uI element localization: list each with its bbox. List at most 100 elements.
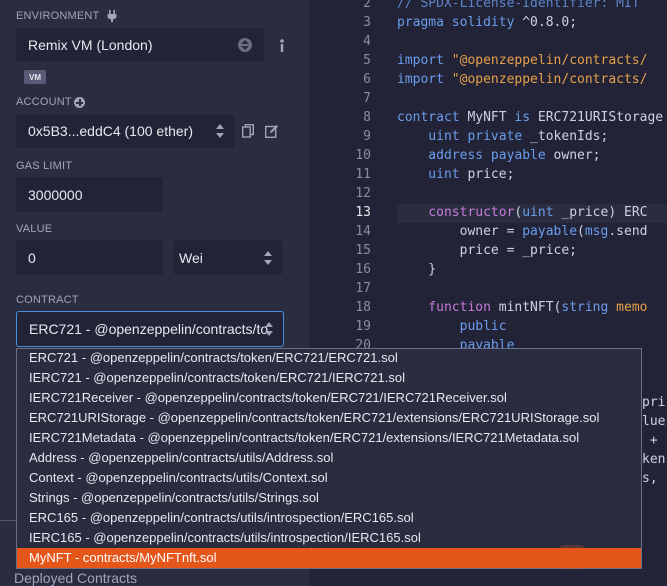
plug-icon[interactable] bbox=[106, 10, 118, 22]
edit-icon[interactable] bbox=[265, 124, 279, 138]
code-token: constructor bbox=[397, 205, 515, 220]
code-token: price; bbox=[459, 167, 515, 182]
line-number: 12 bbox=[355, 186, 371, 201]
line-number: 10 bbox=[355, 148, 371, 163]
code-line: } bbox=[397, 262, 437, 277]
line-number: 5 bbox=[363, 53, 371, 68]
line-number: 3 bbox=[363, 15, 371, 30]
code-token: string bbox=[561, 300, 609, 315]
code-line: pragma solidity ^0.8.0; bbox=[397, 15, 577, 30]
contract-select[interactable]: ERC721 - @openzeppelin/contracts/to bbox=[16, 311, 284, 347]
contract-option[interactable]: IERC165 - @openzeppelin/contracts/utils/… bbox=[17, 528, 641, 548]
environment-select[interactable]: Remix VM (London) bbox=[16, 28, 264, 62]
code-token: owner; bbox=[545, 148, 601, 163]
environment-value: Remix VM (London) bbox=[28, 37, 153, 53]
contract-option[interactable]: Address - @openzeppelin/contracts/utils/… bbox=[17, 448, 641, 468]
contract-option[interactable]: ERC721 - @openzeppelin/contracts/token/E… bbox=[17, 348, 641, 368]
gas-limit-input[interactable]: 3000000 bbox=[16, 177, 163, 212]
divider bbox=[0, 520, 16, 521]
contract-option[interactable]: Context - @openzeppelin/contracts/utils/… bbox=[17, 468, 641, 488]
line-number: 7 bbox=[363, 91, 371, 106]
line-number: 8 bbox=[363, 110, 371, 125]
value-label: VALUE bbox=[16, 223, 53, 235]
code-token: owner = bbox=[397, 224, 523, 239]
select-arrows-icon bbox=[238, 38, 252, 52]
code-line: import "@openzeppelin/contracts/ bbox=[397, 72, 647, 87]
value-amount: 0 bbox=[28, 249, 36, 266]
contract-option[interactable]: ERC165 - @openzeppelin/contracts/utils/i… bbox=[17, 508, 641, 528]
code-token: memo bbox=[608, 300, 648, 315]
contract-option[interactable]: IERC721Receiver - @openzeppelin/contract… bbox=[17, 388, 641, 408]
code-line: contract MyNFT is ERC721URIStorage bbox=[397, 110, 663, 125]
line-number: 6 bbox=[363, 72, 371, 87]
account-value: 0x5B3...eddC4 (100 ether) bbox=[28, 123, 193, 139]
watermark-logo bbox=[560, 545, 584, 569]
select-arrows-icon bbox=[264, 250, 272, 265]
code-line: uint price; bbox=[397, 167, 514, 182]
code-token: uint bbox=[397, 167, 460, 182]
code-token: payable bbox=[522, 224, 578, 239]
line-number: 2 bbox=[363, 0, 371, 11]
code-token: _price) ERC bbox=[553, 205, 648, 220]
code-token: address payable bbox=[397, 148, 546, 163]
code-line: address payable owner; bbox=[397, 148, 601, 163]
account-select[interactable]: 0x5B3...eddC4 (100 ether) bbox=[16, 114, 234, 148]
info-icon[interactable] bbox=[277, 36, 287, 54]
contract-option[interactable]: MyNFT - contracts/MyNFTnft.sol bbox=[17, 548, 641, 568]
contract-option[interactable]: IERC721 - @openzeppelin/contracts/token/… bbox=[17, 368, 641, 388]
contract-selected: ERC721 - @openzeppelin/contracts/to bbox=[29, 321, 269, 337]
code-token: msg bbox=[584, 224, 609, 239]
code-token: ERC721URIStorage bbox=[530, 110, 664, 125]
value-unit: Wei bbox=[179, 249, 203, 266]
line-number: 18 bbox=[355, 300, 371, 315]
line-number: 14 bbox=[355, 224, 371, 239]
contract-option[interactable]: IERC721Metadata - @openzeppelin/contract… bbox=[17, 428, 641, 448]
line-number: 11 bbox=[355, 167, 371, 182]
code-token: import bbox=[397, 53, 444, 68]
code-token: "@openzeppelin/contracts/ bbox=[443, 72, 648, 87]
line-number: 15 bbox=[355, 243, 371, 258]
line-number: 19 bbox=[355, 319, 371, 334]
code-line: import "@openzeppelin/contracts/ bbox=[397, 53, 647, 68]
add-account-icon[interactable] bbox=[74, 97, 85, 108]
code-token: MyNFT bbox=[459, 110, 515, 125]
code-line: public bbox=[397, 319, 507, 334]
code-fragment: lue bbox=[642, 414, 666, 429]
code-token: ^0.8.0; bbox=[514, 15, 578, 30]
contract-option[interactable]: ERC721URIStorage - @openzeppelin/contrac… bbox=[17, 408, 641, 428]
code-fragment: pri bbox=[642, 395, 666, 410]
code-fragment: ken bbox=[642, 452, 666, 467]
line-number: 9 bbox=[363, 129, 371, 144]
copy-icon[interactable] bbox=[242, 124, 254, 138]
code-line: uint private _tokenIds; bbox=[397, 129, 608, 144]
deployed-contracts-label: Deployed Contracts bbox=[14, 570, 137, 586]
code-line: owner = payable(msg.send bbox=[397, 224, 648, 239]
select-arrows-icon bbox=[216, 124, 224, 138]
value-unit-select[interactable]: Wei bbox=[174, 240, 282, 275]
code-fragment: s, bbox=[642, 471, 658, 486]
vm-badge: VM bbox=[24, 70, 46, 84]
contract-label: CONTRACT bbox=[16, 294, 79, 306]
code-line: // SPDX-License-Identifier: MIT bbox=[397, 0, 640, 11]
code-token: mintNFT( bbox=[490, 300, 562, 315]
code-fragment: + bbox=[642, 433, 658, 448]
select-arrows-icon bbox=[265, 322, 273, 336]
code-token: function bbox=[397, 300, 491, 315]
contract-option[interactable]: Strings - @openzeppelin/contracts/utils/… bbox=[17, 488, 641, 508]
code-line: price = _price; bbox=[397, 243, 578, 258]
line-number: 17 bbox=[355, 281, 371, 296]
account-label: ACCOUNT bbox=[16, 96, 72, 108]
gas-limit-value: 3000000 bbox=[28, 186, 83, 203]
code-line: function mintNFT(string memo bbox=[397, 300, 647, 315]
code-token: ( bbox=[577, 224, 585, 239]
code-token: is bbox=[514, 110, 531, 125]
code-token: .send bbox=[608, 224, 648, 239]
line-number: 16 bbox=[355, 262, 371, 277]
line-number: 13 bbox=[355, 205, 371, 220]
value-input[interactable]: 0 bbox=[16, 240, 163, 275]
code-token: import bbox=[397, 72, 444, 87]
contract-dropdown-list: ERC721 - @openzeppelin/contracts/token/E… bbox=[16, 348, 642, 569]
code-token: "@openzeppelin/contracts/ bbox=[443, 53, 648, 68]
code-token: pragma solidity bbox=[397, 15, 515, 30]
environment-label: ENVIRONMENT bbox=[16, 10, 100, 22]
